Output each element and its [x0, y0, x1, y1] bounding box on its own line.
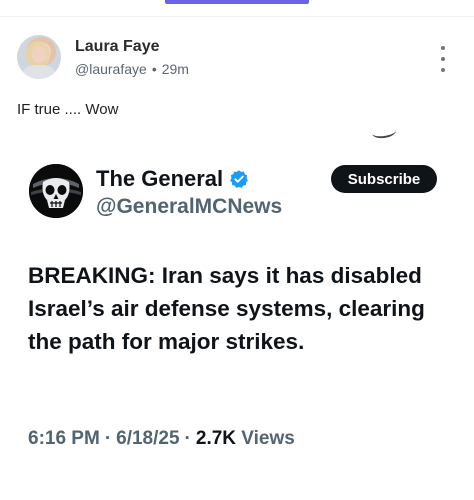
post-timestamp[interactable]: 29m: [162, 61, 189, 77]
avatar-face: [32, 47, 46, 63]
views-count: 2.7K: [195, 428, 237, 449]
verified-badge-icon: [230, 170, 248, 188]
footer-separator: ·: [184, 428, 191, 449]
post-text: IF true .... Wow: [17, 101, 119, 118]
embedded-tweet-footer: 6:16 PM · 6/18/25 · 2.7K Views: [28, 428, 295, 450]
skull-avatar-icon: [29, 164, 83, 218]
views-label: Views: [241, 428, 295, 449]
embedded-date: 6/18/25: [116, 428, 180, 449]
divider: [0, 16, 474, 17]
more-vertical-icon: [441, 46, 445, 50]
active-tab-indicator: [165, 0, 309, 4]
embedded-avatar: [29, 164, 83, 218]
avatar[interactable]: [17, 35, 61, 79]
more-options-button[interactable]: [432, 46, 454, 72]
post-meta: @laurafaye • 29m: [75, 61, 189, 77]
embedded-tweet-text: BREAKING: Iran says it has disabled Isra…: [28, 263, 425, 354]
avatar-shirt: [23, 65, 55, 79]
post-author-handle[interactable]: @laurafaye: [75, 61, 147, 77]
embedded-time: 6:16 PM: [28, 428, 100, 449]
embedded-handle: @GeneralMCNews: [96, 195, 283, 218]
meta-separator: •: [151, 61, 157, 77]
cropped-mark: [371, 124, 397, 140]
footer-separator: ·: [104, 428, 112, 449]
embedded-display-name-text: The General: [96, 166, 224, 191]
embedded-display-name: The General: [96, 166, 249, 192]
subscribe-button: Subscribe: [331, 165, 437, 193]
post-author-name[interactable]: Laura Faye: [75, 38, 159, 56]
